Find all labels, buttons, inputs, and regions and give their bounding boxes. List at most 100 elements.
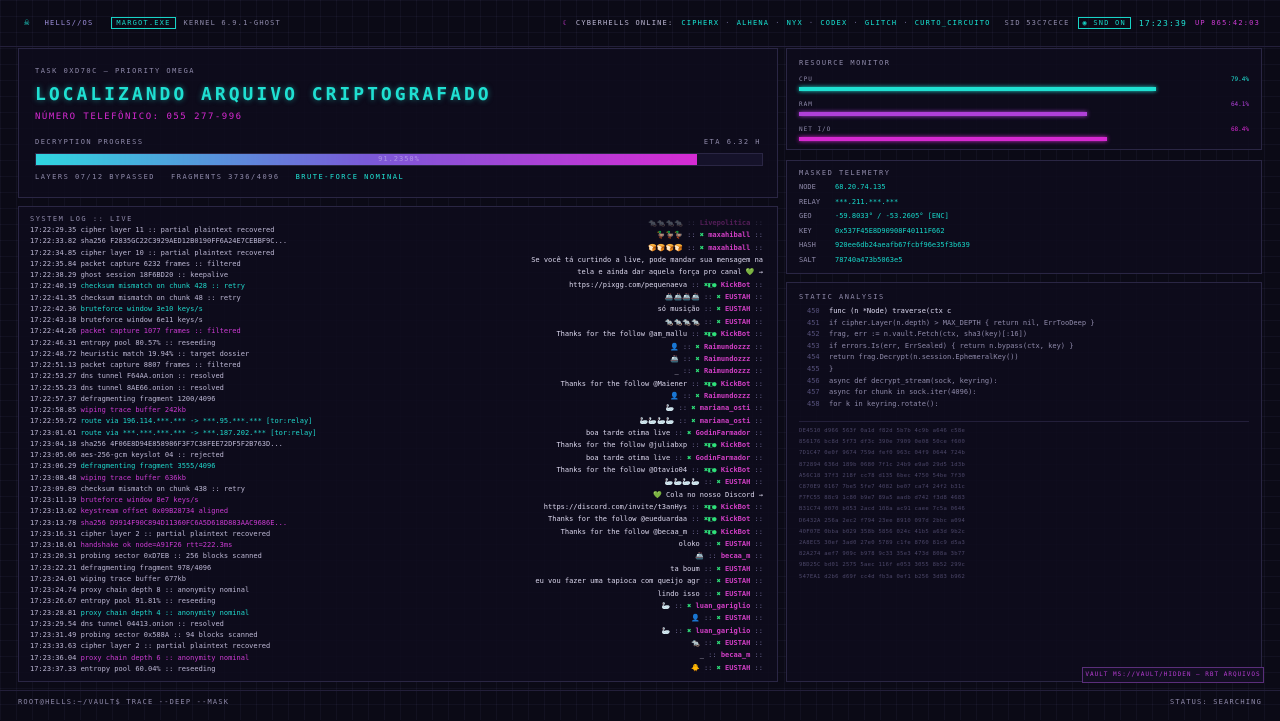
separator: · (808, 19, 815, 27)
chat-username[interactable]: KickBot (721, 528, 751, 536)
user-tag[interactable]: MARGOT.EXE (111, 17, 176, 29)
log-line: 17:23:04.18 sha256 4F06E8D94E858986F3F7C… (30, 440, 283, 448)
chat-username[interactable]: EUSTAH (725, 639, 750, 647)
chat-username[interactable]: KickBot (721, 330, 751, 338)
chat-badge-icon: ✖ (699, 231, 704, 240)
log-line: 17:23:01.61 route via ***.***.***.*** ->… (30, 429, 317, 437)
chat-separator: :: (750, 663, 763, 672)
chat-username[interactable]: luan_gariglio (696, 627, 751, 635)
telemetry-title: MASKED TELEMETRY (799, 169, 891, 177)
chat-separator: :: (699, 540, 717, 549)
chat-username[interactable]: Raimundozzz (704, 355, 750, 363)
log-time: 17:22:58.85 (30, 406, 77, 414)
online-user[interactable]: NYX (787, 19, 803, 27)
chat-separator: :: (750, 564, 763, 573)
chat-message: eu vou fazer uma tapioca com queijo agr … (535, 577, 763, 585)
chat-message: 👤 :: ✖ EUSTAH :: (691, 614, 763, 622)
chat-username[interactable]: EUSTAH (725, 664, 750, 672)
telemetry-key: NODE (799, 183, 816, 191)
chat-username[interactable]: KickBot (721, 503, 751, 511)
log-time: 17:22:41.35 (30, 293, 77, 302)
log-line: 17:22:44.26 packet capture 1077 frames :… (30, 327, 241, 335)
chat-separator: :: (750, 552, 763, 561)
chat-badge-icon: ✖ (687, 453, 692, 462)
chat-text: 🐥 (691, 663, 700, 672)
hex-row: B31C74 0070 b053 2acd 108a ac91 caee 7c5… (799, 506, 966, 513)
log-time: 17:23:24.74 (30, 586, 77, 594)
chat-username[interactable]: EUSTAH (725, 577, 750, 585)
chat-username[interactable]: EUSTAH (725, 305, 750, 313)
log-line: 17:23:22.21 defragmenting fragment 978/4… (30, 564, 211, 572)
chat-separator: :: (687, 527, 704, 536)
chat-username[interactable]: becaa_m (721, 651, 751, 659)
chat-text: Se você tá curtindo a live, pode mandar … (531, 256, 763, 265)
chat-username[interactable]: EUSTAH (725, 478, 750, 486)
code-line: 458 for k in keyring.rotate(): (807, 400, 939, 408)
chat-username[interactable]: mariana_osti (700, 404, 751, 412)
code-text: async for chunk in sock.iter(4096): (829, 388, 977, 397)
online-user[interactable]: ALHENA (737, 19, 770, 27)
resource-bar (799, 137, 1107, 141)
status-text: STATUS: SEARCHING (1169, 698, 1262, 706)
online-user[interactable]: CODEX (820, 19, 847, 27)
chat-username[interactable]: maxahiball (708, 231, 750, 239)
log-line: 17:22:29.35 cipher layer 11 :: partial p… (30, 226, 274, 234)
chat-username[interactable]: GodinFarmador (696, 429, 751, 437)
hex-row: 82A274 aef7 909c b978 9c33 35e3 473d 808… (799, 551, 966, 558)
log-line: 17:23:08.48 wiping trace buffer 636kb (30, 474, 186, 482)
chat-username[interactable]: luan_gariglio (696, 602, 751, 610)
chat-username[interactable]: KickBot (721, 515, 751, 523)
chat-username[interactable]: Raimundozzz (704, 367, 750, 375)
chat-separator: :: (699, 577, 717, 586)
chat-username[interactable]: Raimundozzz (704, 343, 750, 351)
log-message: sha256 4F06E8D94E858986F3F7C38FEE72DF5F2… (80, 439, 283, 448)
chat-username[interactable]: KickBot (721, 380, 751, 388)
chat-username[interactable]: EUSTAH (725, 565, 750, 573)
online-user[interactable]: GLITCH (865, 19, 898, 27)
chat-username[interactable]: becaa_m (721, 552, 751, 560)
chat-username[interactable]: maxahiball (708, 244, 750, 252)
chat-separator: :: (678, 354, 696, 363)
log-time: 17:23:36.04 (30, 653, 77, 662)
chat-username[interactable]: GodinFarmador (696, 454, 751, 462)
chat-message: 👤 :: ✖ Raimundozzz :: (670, 392, 763, 400)
chat-username[interactable]: EUSTAH (725, 293, 750, 301)
chat-username[interactable]: EUSTAH (725, 318, 750, 326)
online-user[interactable]: CURTO_CIRCUITO (915, 19, 991, 27)
chat-message: Thanks for the follow @juliabxp :: ✖◧● K… (556, 441, 763, 449)
chat-badge-icon: ✖◧● (703, 441, 717, 450)
chat-username[interactable]: Livepolitica (700, 219, 751, 227)
online-user[interactable]: CIPHERX (681, 19, 719, 27)
chat-badge-icon: ✖ (716, 614, 721, 623)
sound-toggle[interactable]: ◉ SND ON (1077, 17, 1131, 29)
sound-label: SND ON (1093, 19, 1126, 27)
code-line: 457 async for chunk in sock.iter(4096): (807, 388, 977, 396)
telemetry-row: KEY 0x537F45E8D90908F40111F662 (799, 227, 945, 235)
chat-username[interactable]: mariana_osti (700, 417, 751, 425)
telemetry-key: HASH (799, 241, 816, 250)
chat-username[interactable]: EUSTAH (725, 614, 750, 622)
log-line: 17:22:57.37 defragmenting fragment 1200/… (30, 395, 215, 403)
chat-username[interactable]: KickBot (721, 466, 751, 474)
log-line: 17:23:20.31 probing sector 0xD7EB :: 256… (30, 552, 262, 560)
chat-message: Thanks for the follow @becaa_m :: ✖◧● Ki… (561, 528, 763, 536)
chat-text: 🦢 (661, 626, 671, 635)
chat-badge-icon: ✖ (716, 589, 721, 598)
chat-username[interactable]: EUSTAH (725, 590, 750, 598)
chat-username[interactable]: Raimundozzz (704, 392, 750, 400)
log-time: 17:22:44.26 (30, 327, 77, 336)
chat-message: https://pixgg.com/pequenaeva :: ✖◧● Kick… (569, 281, 763, 289)
chat-username[interactable]: KickBot (721, 441, 751, 449)
vault-path-button[interactable]: VAULT MS://VAULT/HIDDEN — RBT ARQUIVOS (1082, 667, 1264, 683)
log-time: 17:22:48.72 (30, 349, 77, 358)
chat-message: lindo isso :: ✖ EUSTAH :: (658, 590, 763, 598)
chat-username[interactable]: KickBot (721, 281, 751, 289)
log-message: wiping trace buffer 242kb (80, 406, 186, 414)
chat-username[interactable]: EUSTAH (725, 540, 750, 548)
log-time: 17:22:53.27 (30, 372, 77, 381)
log-message: packet capture 6232 frames :: filtered (80, 259, 241, 268)
chat-separator: :: (750, 367, 763, 376)
log-time: 17:22:35.84 (30, 259, 77, 268)
log-time: 17:22:57.37 (30, 394, 77, 403)
command-prompt[interactable]: ROOT@HELLS:~/VAULT$ TRACE --DEEP --MASK (18, 698, 229, 706)
